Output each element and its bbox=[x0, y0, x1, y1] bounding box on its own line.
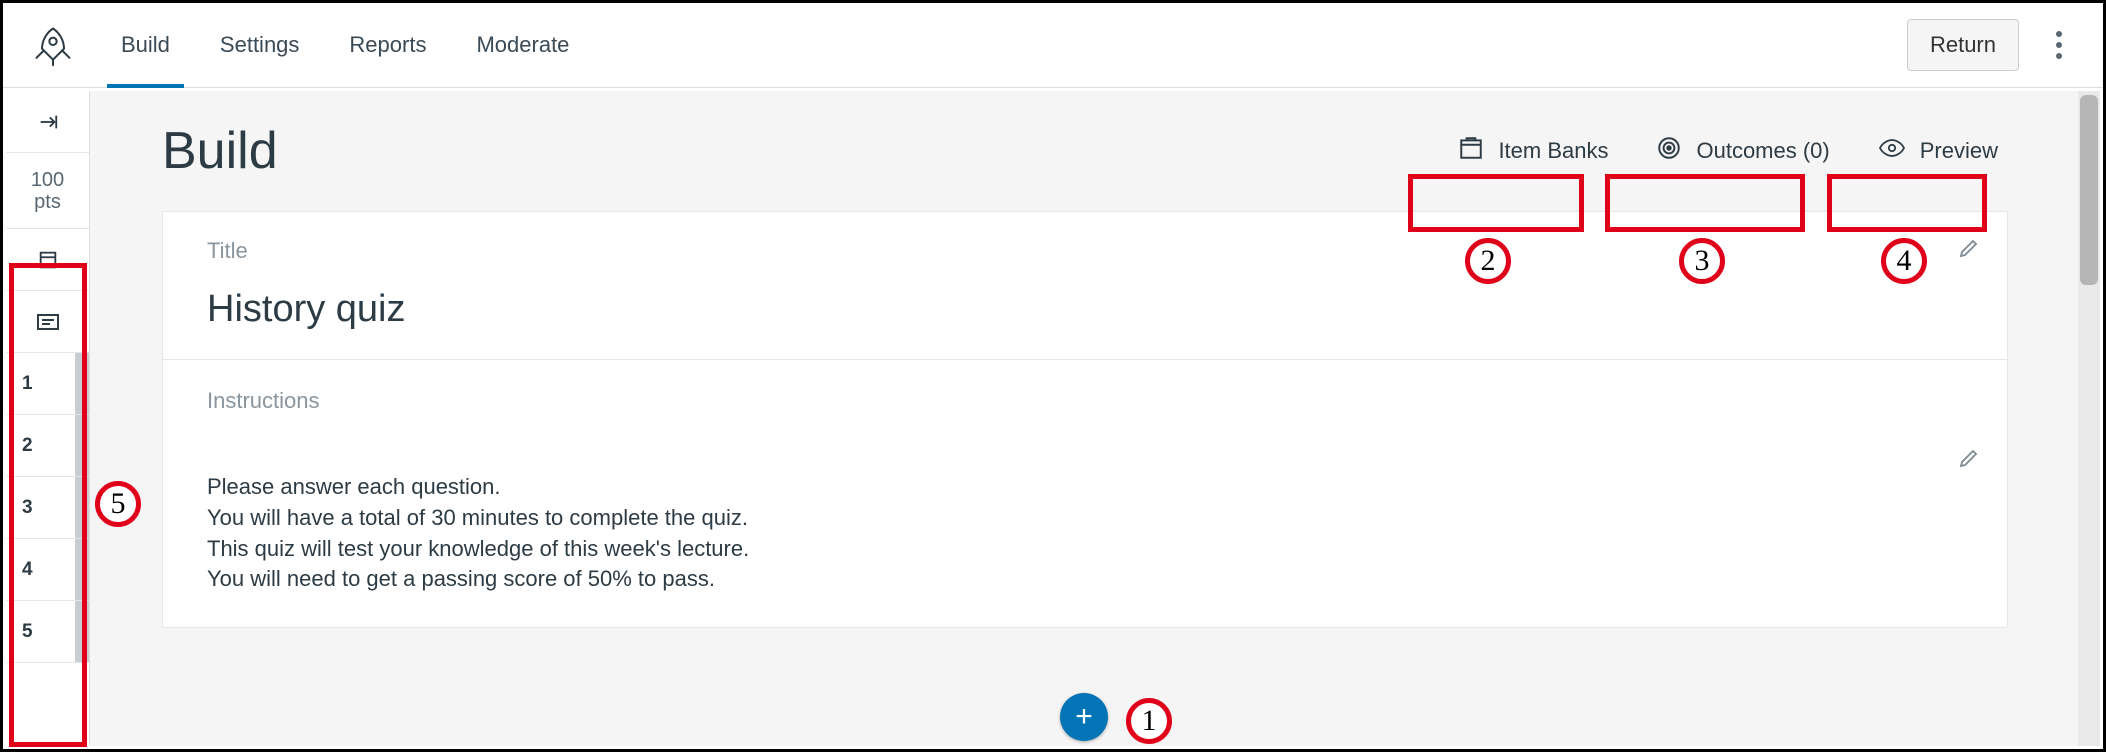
preview-button[interactable]: Preview bbox=[1868, 132, 2008, 170]
title-label: Title bbox=[207, 238, 1963, 264]
collapse-sidebar-button[interactable] bbox=[6, 91, 89, 153]
scrollbar-thumb[interactable] bbox=[2080, 95, 2098, 285]
target-icon bbox=[1656, 135, 1682, 167]
question-nav-3[interactable]: 3 bbox=[6, 477, 89, 539]
edit-title-icon[interactable] bbox=[1957, 236, 1981, 265]
add-question-button[interactable]: + bbox=[1060, 693, 1108, 741]
sidebar-instructions-section-icon[interactable] bbox=[6, 291, 89, 353]
main-content: Build Item Banks Outcomes (0) bbox=[90, 91, 2078, 746]
sidebar-title-section-icon[interactable] bbox=[6, 229, 89, 291]
vertical-scrollbar[interactable] bbox=[2078, 91, 2100, 746]
item-banks-button[interactable]: Item Banks bbox=[1448, 129, 1618, 173]
tab-reports[interactable]: Reports bbox=[349, 3, 426, 87]
points-label: pts bbox=[34, 191, 61, 213]
more-options-icon[interactable] bbox=[2041, 23, 2077, 67]
question-nav-sidebar: 100 pts 1 ▲ 2 3 4 5 bbox=[6, 91, 90, 746]
question-nav-4[interactable]: 4 bbox=[6, 539, 89, 601]
item-banks-label: Item Banks bbox=[1498, 138, 1608, 164]
tab-moderate[interactable]: Moderate bbox=[476, 3, 569, 87]
item-banks-icon bbox=[1458, 135, 1484, 167]
preview-label: Preview bbox=[1920, 138, 1998, 164]
plus-icon: + bbox=[1075, 700, 1093, 734]
outcomes-label: Outcomes (0) bbox=[1696, 138, 1829, 164]
rocket-logo-icon bbox=[29, 21, 77, 69]
edit-instructions-icon[interactable] bbox=[1957, 446, 1981, 475]
tab-settings[interactable]: Settings bbox=[220, 3, 300, 87]
question-nav-1[interactable]: 1 ▲ bbox=[6, 353, 89, 415]
outcomes-button[interactable]: Outcomes (0) bbox=[1646, 129, 1839, 173]
quiz-info-card: Title History quiz Instructions Please a… bbox=[162, 211, 2008, 628]
quiz-title: History quiz bbox=[207, 288, 1963, 331]
nav-tabs: Build Settings Reports Moderate bbox=[121, 3, 569, 87]
eye-icon bbox=[1878, 138, 1906, 164]
top-bar: Build Settings Reports Moderate Return bbox=[3, 3, 2103, 88]
page-title: Build bbox=[162, 121, 1420, 181]
points-value: 100 bbox=[31, 169, 64, 191]
total-points: 100 pts bbox=[6, 153, 89, 229]
instructions-text: Please answer each question. You will ha… bbox=[207, 472, 1963, 595]
question-nav-5[interactable]: 5 bbox=[6, 601, 89, 663]
instructions-label: Instructions bbox=[207, 388, 1963, 414]
question-nav-2[interactable]: 2 bbox=[6, 415, 89, 477]
return-button[interactable]: Return bbox=[1907, 19, 2019, 71]
tab-build[interactable]: Build bbox=[121, 3, 170, 87]
